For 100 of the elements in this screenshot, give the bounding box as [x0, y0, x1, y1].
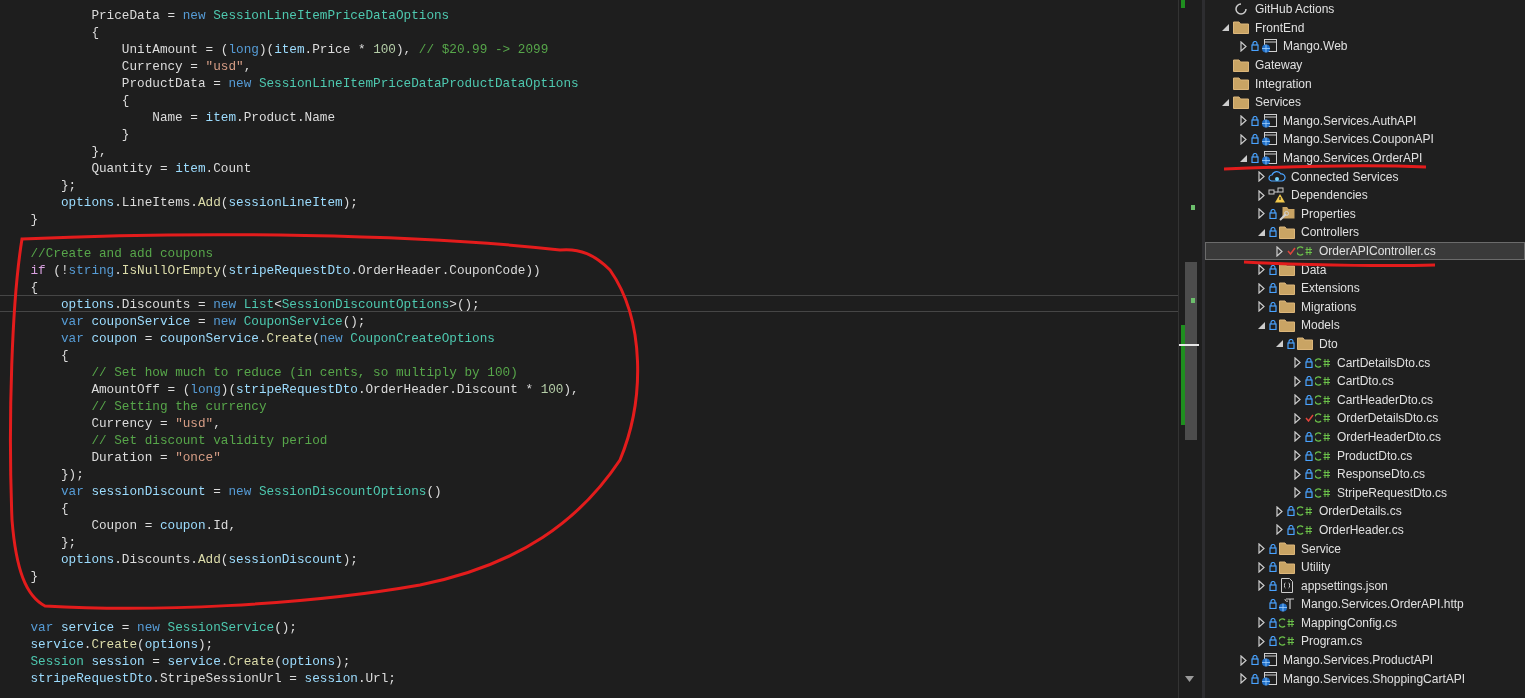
expand-arrow-icon[interactable]	[1293, 450, 1301, 462]
expand-arrow-icon[interactable]	[1275, 505, 1283, 517]
tree-item[interactable]: Mango.Services.AuthAPI	[1205, 111, 1525, 131]
tree-item[interactable]: Mango.Services.ShoppingCartAPI	[1205, 669, 1525, 688]
tree-item[interactable]: Data	[1205, 260, 1525, 279]
expand-arrow-icon[interactable]	[1257, 189, 1265, 201]
change-marker	[1181, 0, 1185, 8]
tree-item[interactable]: Controllers	[1205, 223, 1525, 242]
web-project-icon	[1261, 151, 1277, 166]
tree-item[interactable]: CartDto.cs	[1205, 371, 1525, 391]
code-line: },	[91, 143, 107, 158]
tree-item[interactable]: ProductDto.cs	[1205, 446, 1525, 465]
code-line: var service = new SessionService();	[30, 619, 297, 634]
collapse-arrow-icon[interactable]	[1275, 340, 1283, 348]
expand-arrow-icon[interactable]	[1275, 524, 1283, 536]
code-line: Currency = "usd",	[121, 58, 252, 73]
tree-item[interactable]: CartDetailsDto.cs	[1205, 353, 1525, 372]
code-line: Name = item.Product.Name	[152, 109, 336, 124]
expand-arrow-icon[interactable]	[1257, 543, 1265, 554]
code-line: service.Create(options);	[30, 636, 214, 651]
expand-arrow-icon[interactable]	[1293, 375, 1301, 387]
expand-arrow-icon[interactable]	[1257, 208, 1265, 220]
tree-item[interactable]: Mango.Services.OrderAPI.http	[1205, 595, 1525, 614]
expand-arrow-icon[interactable]	[1257, 580, 1265, 592]
scrollbar[interactable]	[1178, 0, 1202, 698]
expand-arrow-icon[interactable]	[1293, 487, 1301, 499]
expand-arrow-icon[interactable]	[1257, 561, 1265, 573]
expand-arrow-icon[interactable]	[1257, 264, 1265, 276]
expand-arrow-icon[interactable]	[1239, 673, 1247, 685]
expand-arrow-icon[interactable]	[1293, 412, 1301, 424]
tree-item[interactable]: CartHeaderDto.cs	[1205, 390, 1525, 410]
csharp-file-icon	[1315, 487, 1331, 498]
tree-item[interactable]: Service	[1205, 539, 1525, 558]
tree-item[interactable]: FrontEnd	[1205, 18, 1525, 38]
tree-item[interactable]: Connected Services	[1205, 167, 1525, 186]
tree-item[interactable]: StripeRequestDto.cs	[1205, 483, 1525, 503]
web-project-icon	[1261, 113, 1277, 128]
wrench-folder-icon	[1279, 206, 1295, 222]
expand-arrow-icon[interactable]	[1293, 394, 1301, 406]
expand-arrow-icon[interactable]	[1239, 654, 1247, 666]
expand-arrow-icon[interactable]	[1257, 617, 1265, 629]
expand-arrow-icon[interactable]	[1293, 468, 1301, 480]
expand-arrow-icon[interactable]	[1257, 636, 1265, 647]
tree-item[interactable]: Dependencies	[1205, 185, 1525, 205]
expand-arrow-icon[interactable]	[1293, 357, 1301, 369]
expand-arrow-icon[interactable]	[1293, 431, 1301, 443]
tree-item[interactable]: Properties	[1205, 204, 1525, 224]
collapse-arrow-icon[interactable]	[1221, 24, 1229, 32]
tree-item[interactable]: OrderDetails.cs	[1205, 502, 1525, 521]
csharp-file-icon	[1315, 469, 1331, 480]
tree-item[interactable]: Mango.Web	[1205, 37, 1525, 56]
folder-icon	[1279, 560, 1295, 574]
expand-arrow-icon[interactable]	[1239, 133, 1247, 145]
expand-arrow-icon[interactable]	[1257, 171, 1265, 183]
tree-item[interactable]: MappingConfig.cs	[1205, 613, 1525, 633]
tree-item[interactable]: Mango.Services.CouponAPI	[1205, 130, 1525, 149]
tree-item[interactable]: appsettings.json	[1205, 576, 1525, 595]
code-line: var couponService = new CouponService();	[60, 313, 366, 328]
code-line: // Setting the currency	[91, 398, 267, 413]
tree-item[interactable]: Gateway	[1205, 55, 1525, 75]
collapse-arrow-icon[interactable]	[1257, 228, 1265, 236]
tree-item[interactable]: OrderHeaderDto.cs	[1205, 427, 1525, 447]
tree-item[interactable]: OrderDetailsDto.cs	[1205, 409, 1525, 428]
tree-item[interactable]: Program.cs	[1205, 632, 1525, 651]
folder-icon	[1233, 58, 1249, 72]
collapse-arrow-icon[interactable]	[1257, 321, 1265, 329]
expand-arrow-icon[interactable]	[1275, 245, 1283, 257]
tree-item[interactable]: ResponseDto.cs	[1205, 464, 1525, 484]
csharp-file-icon	[1315, 450, 1331, 461]
tree-item[interactable]: Models	[1205, 316, 1525, 335]
expand-arrow-icon[interactable]	[1257, 301, 1265, 313]
code-line: // Set how much to reduce (in cents, so multiply by 100)	[91, 364, 518, 379]
expand-arrow-icon[interactable]	[1239, 41, 1247, 52]
folder-icon	[1279, 281, 1295, 295]
collapse-arrow-icon[interactable]	[1239, 154, 1247, 162]
code-line: Duration = "once"	[91, 449, 221, 464]
expand-arrow-icon[interactable]	[1239, 115, 1247, 127]
tree-item[interactable]: Services	[1205, 92, 1525, 112]
tree-item[interactable]: Mango.Services.ProductAPI	[1205, 650, 1525, 670]
tree-item[interactable]: Integration	[1205, 74, 1525, 93]
code-line: });	[60, 466, 84, 481]
code-line: options.Discounts = new List<SessionDiscountOptions>();	[60, 296, 480, 311]
scroll-down-arrow-icon[interactable]	[1185, 676, 1194, 682]
tree-item[interactable]: Dto	[1205, 334, 1525, 354]
tree-item[interactable]: GitHub Actions	[1205, 0, 1525, 19]
caret-position-marker	[1179, 344, 1199, 346]
collapse-arrow-icon[interactable]	[1221, 98, 1229, 106]
code-line: {	[30, 279, 39, 294]
code-line: // Set discount validity period	[91, 432, 328, 447]
scrollbar-thumb[interactable]	[1185, 262, 1197, 440]
tree-item[interactable]: Extensions	[1205, 278, 1525, 298]
tree-item[interactable]: OrderHeader.cs	[1205, 520, 1525, 540]
tree-item[interactable]: Utility	[1205, 557, 1525, 577]
tree-item[interactable]: OrderAPIController.cs	[1205, 241, 1525, 261]
tree-item[interactable]: Mango.Services.OrderAPI	[1205, 148, 1525, 168]
tree-item[interactable]: Migrations	[1205, 297, 1525, 317]
code-line: Currency = "usd",	[91, 415, 221, 430]
code-line: {	[121, 92, 130, 107]
web-request-file-icon	[1278, 596, 1296, 612]
expand-arrow-icon[interactable]	[1257, 282, 1265, 294]
